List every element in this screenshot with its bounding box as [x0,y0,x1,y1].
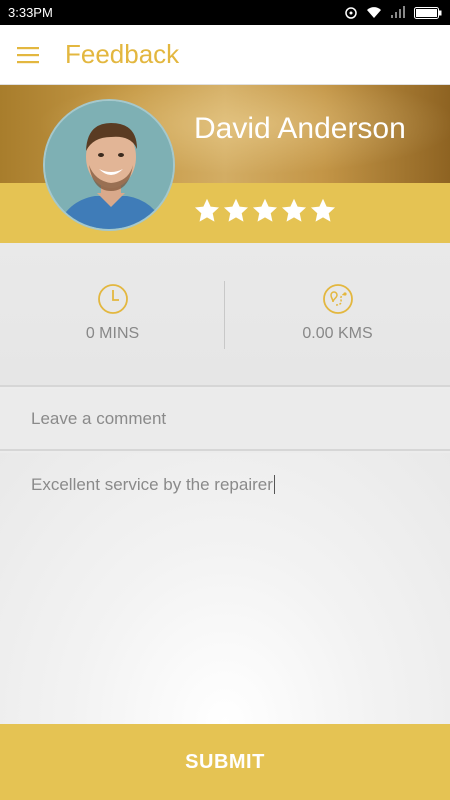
stat-divider [224,281,225,349]
star-icon[interactable] [251,197,279,225]
app-bar: Feedback [0,25,450,85]
comment-label-row: Leave a comment [0,389,450,451]
star-icon[interactable] [280,197,308,225]
duration-stat: 0 MINS [0,243,225,385]
comment-text: Excellent service by the repairer [31,475,275,494]
status-icons [344,6,442,20]
submit-button[interactable]: SUBMIT [0,724,450,800]
status-bar: 3:33PM [0,0,450,25]
avatar [43,99,175,231]
star-icon[interactable] [193,197,221,225]
status-time: 3:33PM [8,5,53,20]
signal-icon [391,6,405,18]
duration-value: 0 MINS [85,325,140,342]
route-map-icon [322,284,353,314]
trip-stats: 0 MINS 0.00 KMS [0,243,450,387]
hamburger-menu-icon [17,46,39,63]
avatar-portrait [45,101,173,229]
comment-label: Leave a comment [31,409,167,428]
hotspot-icon [345,6,357,19]
distance-value: 0.00 KMS [302,325,373,342]
star-icon[interactable] [222,197,250,225]
star-icon[interactable] [309,197,337,225]
comment-textarea[interactable]: Excellent service by the repairer [0,453,450,724]
wifi-icon [367,7,381,18]
driver-name: David Anderson [194,112,406,145]
battery-icon [414,6,442,19]
clock-icon [97,284,128,314]
page-title: Feedback [65,39,180,69]
rating-stars [193,197,337,225]
menu-button[interactable] [0,25,56,85]
distance-stat: 0.00 KMS [225,243,450,385]
